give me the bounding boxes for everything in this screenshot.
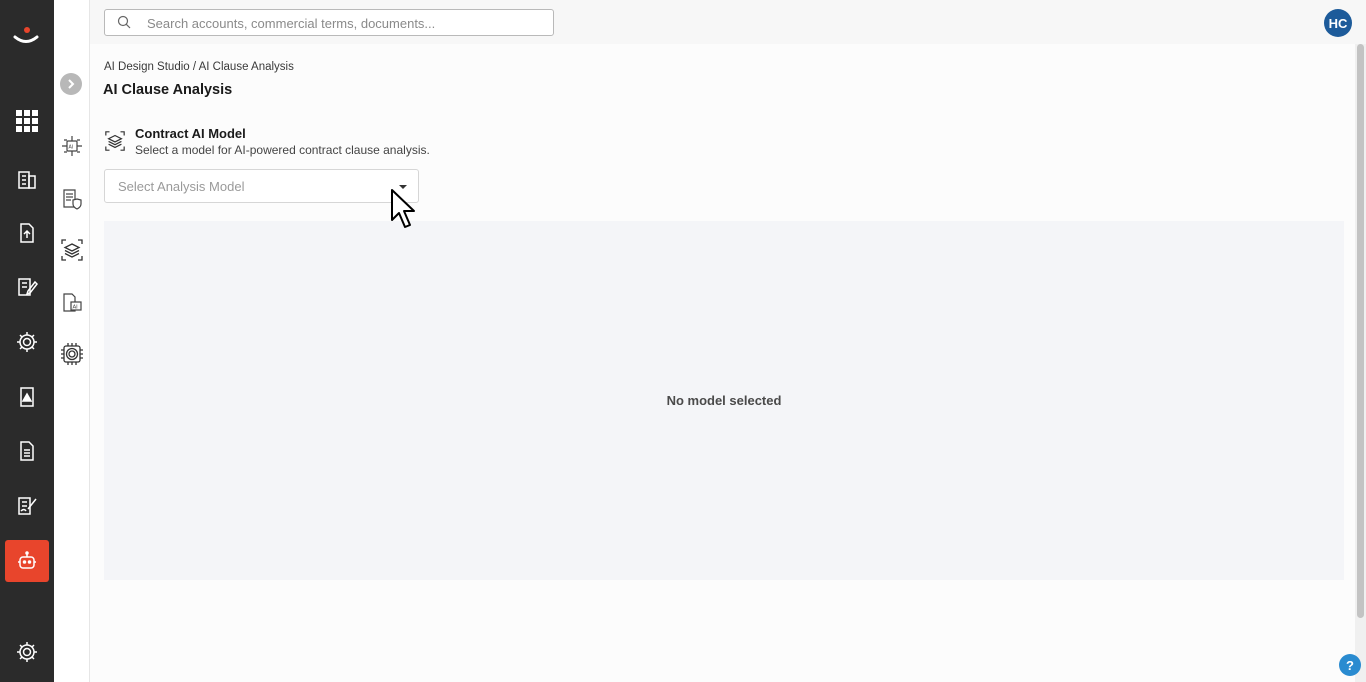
scrollbar-thumb[interactable]	[1357, 44, 1364, 618]
search-icon	[117, 15, 131, 29]
layers-scan-icon	[105, 131, 125, 151]
apps-grid-icon[interactable]	[5, 100, 49, 142]
document-shield-icon[interactable]	[58, 185, 86, 213]
svg-text:AI: AI	[69, 145, 74, 151]
chevron-right-icon	[68, 79, 75, 89]
ai-chip-icon[interactable]: AI	[58, 132, 86, 160]
global-search[interactable]	[104, 9, 554, 36]
document-ai-icon[interactable]: AI	[58, 289, 86, 317]
document-upload-icon[interactable]	[5, 212, 49, 254]
help-button[interactable]: ?	[1339, 654, 1361, 676]
document-warning-icon[interactable]	[5, 376, 49, 418]
secondary-sidebar: AI AI	[54, 0, 90, 682]
page-title: AI Clause Analysis	[103, 82, 233, 98]
gear-icon[interactable]	[5, 321, 49, 363]
user-avatar[interactable]: HC	[1324, 9, 1352, 37]
document-sign-icon[interactable]	[5, 485, 49, 527]
analysis-model-select[interactable]: Select Analysis Model	[104, 169, 419, 203]
model-section-description: Select a model for AI-powered contract c…	[135, 143, 430, 157]
breadcrumb: AI Design Studio / AI Clause Analysis	[104, 61, 294, 73]
vertical-scrollbar[interactable]	[1355, 44, 1366, 682]
document-list-icon[interactable]	[5, 430, 49, 472]
primary-sidebar	[0, 0, 54, 682]
empty-state-message: No model selected	[666, 393, 782, 408]
main-content: AI Design Studio / AI Clause Analysis AI…	[90, 44, 1355, 682]
svg-text:AI: AI	[73, 305, 79, 311]
processor-gear-icon[interactable]	[58, 340, 86, 368]
select-placeholder: Select Analysis Model	[118, 179, 245, 194]
document-edit-icon[interactable]	[5, 266, 49, 308]
model-section-title: Contract AI Model	[135, 126, 246, 141]
brand-logo[interactable]	[11, 24, 41, 48]
settings-gear-icon[interactable]	[5, 631, 49, 673]
layers-scan-icon[interactable]	[58, 236, 86, 264]
expand-sidebar-button[interactable]	[60, 73, 82, 95]
buildings-icon[interactable]	[5, 158, 49, 200]
robot-icon[interactable]	[5, 540, 49, 582]
analysis-panel: No model selected	[104, 221, 1344, 580]
mouse-cursor-icon	[391, 189, 415, 228]
top-bar: HC	[90, 0, 1366, 44]
search-input[interactable]	[147, 13, 547, 33]
